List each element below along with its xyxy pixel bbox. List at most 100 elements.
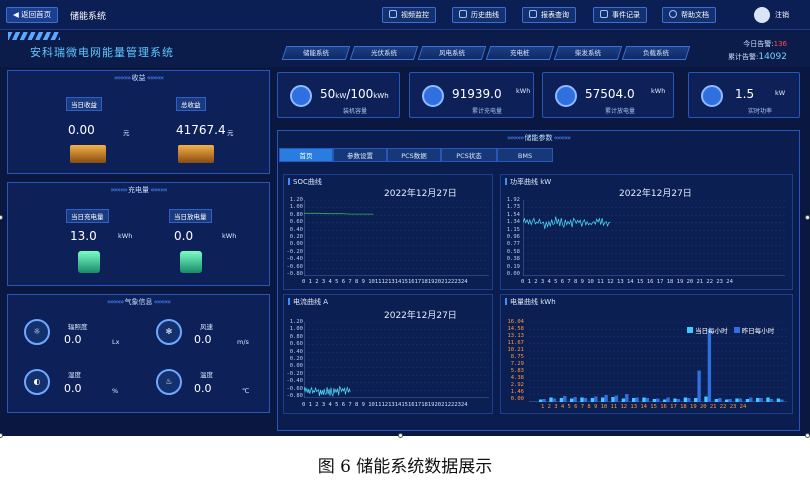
bar-today-23 [766,397,770,402]
history-curve-button[interactable]: 历史曲线 [452,7,506,23]
y-tick-label: 0.00 [289,241,303,248]
y-tick-label: 0.00 [506,271,520,278]
revenue-title: 收益 [131,74,146,82]
subtab-pcs-status[interactable]: PCS状态 [441,148,497,162]
report-label: 报表查询 [541,11,569,19]
power-y-axis: 1.92 1.73 1.54 1.34 1.15 0.96 0.77 0.58 0.38 0.19… [502,197,520,278]
document-icon [600,10,608,18]
y-tick-label: 4.38 [510,375,524,381]
bar-yesterday-8 [614,395,619,402]
kpi-capacity-value: 50kW/100kWh [320,87,389,101]
charge-value: 13.0 [70,229,97,243]
irradiance-label: 辐照度 [68,323,88,331]
y-tick-label: 0.60 [289,341,303,348]
report-query-button[interactable]: 报表查询 [522,7,576,23]
coin-box-icon [70,145,106,163]
tab-wind[interactable]: 风电系统 [417,46,487,60]
bar-today-5 [580,397,584,402]
resize-handle[interactable] [0,433,3,438]
history-label: 历史曲线 [471,11,499,19]
y-tick-label: -0.20 [286,370,303,377]
kpi-capacity-label: 装机容量 [342,108,367,115]
subtab-param-settings[interactable]: 参数设置 [333,148,387,162]
y-tick-label: 1.92 [506,197,520,203]
bar-today-18 [714,399,719,402]
figure-caption: 图 6 储能系统数据展示 [317,457,493,477]
tab-label: 风电系统 [439,49,465,57]
back-home-button[interactable]: ◀ 返回首页 [6,7,59,23]
capacity-unit-2: kWh [373,92,389,100]
power-x-axis: 0 1 2 3 4 5 6 7 8 9 10 11 12 13 14 15 16… [521,279,733,285]
bar-today-9 [621,398,626,402]
charge-label: 当日充电量 [66,209,109,223]
resize-handle[interactable] [805,215,810,220]
dashboard-screenshot: ◀ 返回首页 储能系统 视频监控 历史曲线 报表查询 事件记录 帮助文档 注销 … [0,0,810,436]
bar-today-14 [673,398,677,402]
tab-storage[interactable]: 储能系统 [281,46,351,60]
top-bar: ◀ 返回首页 储能系统 视频监控 历史曲线 报表查询 事件记录 帮助文档 注销 [0,0,810,30]
series-line [304,212,374,215]
y-tick-label: -0.20 [286,248,303,255]
tab-load[interactable]: 负载系统 [621,46,691,60]
y-tick-label: 10.21 [507,347,524,353]
subtab-home[interactable]: 首页 [279,148,333,162]
bar-yesterday-2 [552,398,557,402]
temperature-unit: ℃ [242,387,250,395]
kpi-power-label: 实时功率 [747,108,772,115]
event-log-button[interactable]: 事件记录 [593,7,647,23]
tab-charger[interactable]: 充电桩 [485,46,555,60]
tab-diesel[interactable]: 柴发系统 [553,46,623,60]
back-arrow-icon: ◀ [13,10,22,19]
power-chart-date: 2022年12月27日 [619,189,692,199]
bar-today-22 [756,398,760,402]
battery-icon [180,251,202,273]
kpi-discharge-card: 57504.0 kWh 累计放电量 [542,72,674,118]
resize-handle[interactable] [805,433,810,438]
humidity-unit: % [112,387,119,395]
y-tick-label: 0.80 [289,333,303,340]
bar-yesterday-5 [583,398,588,402]
y-tick-label: 14.58 [507,326,524,332]
video-monitor-button[interactable]: 视频监控 [382,7,436,23]
kpi-discharge-label: 累计放电量 [604,108,635,115]
resize-handle[interactable] [398,433,403,438]
electricity-chart: 电量曲线 kWh 16.04 14.58 13.13 11.67 10.21 8.75 7.… [500,294,793,414]
y-tick-label: 1.00 [289,326,303,333]
y-tick-label: 0.40 [289,348,303,355]
soc-chart-date: 2022年12月27日 [384,189,457,199]
avatar[interactable] [754,7,770,23]
current-x-axis: 0 1 2 3 4 5 6 7 8 9 10111213141516171819… [302,402,468,408]
y-tick-label: 7.29 [510,361,524,367]
back-label: 返回首页 [21,10,52,19]
help-doc-button[interactable]: 帮助文档 [662,7,716,23]
bar-yesterday-13 [666,397,670,402]
weather-title: 气象信息 [124,298,153,306]
alarm-today-label: 今日告警: [743,40,774,48]
subtab-bms[interactable]: BMS [497,148,553,162]
temperature-value: 0.0 [194,382,212,395]
y-tick-label: 0.19 [506,263,520,270]
bar-yesterday-24 [780,399,784,402]
power-plot [523,200,785,276]
legend-swatch-yesterday [733,327,740,333]
y-tick-label: 0.80 [289,211,303,218]
bar-yesterday-16 [697,370,701,402]
soc-chart-title: SOC曲线 [288,177,322,187]
today-revenue-label: 当日收益 [66,97,102,111]
y-tick-label: 0.20 [289,234,303,241]
bar-yesterday-17 [707,329,712,402]
y-tick-label: 0.58 [506,248,520,255]
tab-pv[interactable]: 光伏系统 [349,46,419,60]
bar-today-8 [611,397,615,402]
bar-yesterday-11 [645,398,650,402]
bar-today-24 [776,398,781,402]
subtab-pcs-data[interactable]: PCS数据 [387,148,441,162]
wind-value: 0.0 [194,333,212,346]
bar-yesterday-4 [573,397,577,402]
battery-icon [290,85,312,107]
y-tick-label: 0.77 [506,241,520,248]
total-revenue-label: 总收益 [176,97,206,111]
bar-today-12 [652,399,657,402]
logout-link[interactable]: 注销 [775,10,789,20]
capacity-power: 50 [320,87,336,101]
